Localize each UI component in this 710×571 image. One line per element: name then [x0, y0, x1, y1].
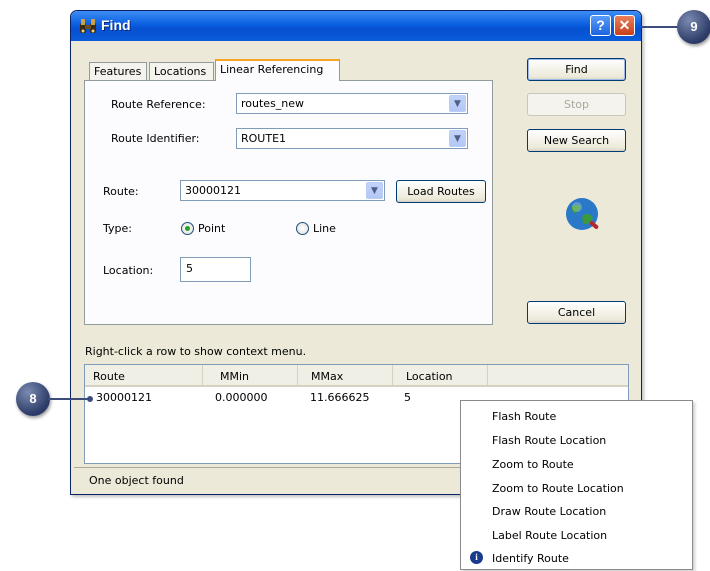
route-value: 30000121 — [185, 184, 241, 197]
linear-referencing-panel: Route Reference: routes_new ▼ Route Iden… — [84, 80, 493, 325]
close-button[interactable]: ✕ — [614, 15, 635, 36]
load-routes-button[interactable]: Load Routes — [396, 180, 486, 203]
location-value: 5 — [186, 262, 193, 275]
column-header-route[interactable]: Route — [85, 365, 203, 385]
chevron-down-icon[interactable]: ▼ — [449, 95, 466, 112]
callout-8-leader — [48, 398, 90, 400]
callout-8: 8 — [16, 382, 50, 416]
title-bar[interactable]: Find ? ✕ — [71, 11, 641, 41]
route-identifier-value: ROUTE1 — [241, 132, 287, 145]
radio-selected-dot — [185, 226, 190, 231]
cell-mmax: 11.666625 — [310, 391, 370, 404]
chevron-down-icon[interactable]: ▼ — [449, 130, 466, 147]
new-search-button[interactable]: New Search — [527, 129, 626, 152]
cell-location: 5 — [404, 391, 411, 404]
route-label: Route: — [103, 185, 139, 198]
menu-item-zoom-to-route[interactable]: Zoom to Route — [461, 452, 692, 475]
stop-button[interactable]: Stop — [527, 93, 626, 116]
tab-locations[interactable]: Locations — [149, 62, 214, 81]
cell-route: 30000121 — [96, 391, 152, 404]
callout-9: 9 — [677, 10, 710, 44]
menu-item-zoom-to-route-location[interactable]: Zoom to Route Location — [461, 476, 692, 499]
cancel-button[interactable]: Cancel — [527, 301, 626, 324]
window-title: Find — [101, 17, 131, 33]
status-text: One object found — [89, 474, 184, 487]
column-header-mmin[interactable]: MMin — [203, 365, 298, 385]
menu-item-flash-route[interactable]: Flash Route — [461, 404, 692, 427]
menu-item-flash-route-location[interactable]: Flash Route Location — [461, 428, 692, 451]
type-line-radio[interactable] — [296, 222, 309, 235]
location-label: Location: — [103, 264, 154, 277]
column-header-mmax[interactable]: MMax — [298, 365, 393, 385]
type-label: Type: — [103, 222, 132, 235]
route-reference-value: routes_new — [241, 97, 305, 110]
route-reference-label: Route Reference: — [111, 98, 206, 111]
route-identifier-combo[interactable]: ROUTE1 ▼ — [236, 128, 468, 149]
callout-8-dot — [87, 396, 93, 402]
binoculars-icon — [80, 19, 96, 33]
find-button[interactable]: Find — [527, 58, 626, 81]
column-header-location[interactable]: Location — [393, 365, 488, 385]
chevron-down-icon[interactable]: ▼ — [366, 182, 383, 199]
menu-item-draw-route-location[interactable]: Draw Route Location — [461, 499, 692, 522]
help-button[interactable]: ? — [590, 15, 611, 36]
globe-icon — [566, 198, 599, 230]
location-input[interactable]: 5 — [180, 257, 251, 282]
info-icon: i — [470, 551, 483, 564]
route-identifier-label: Route Identifier: — [111, 132, 200, 145]
tab-linear-referencing[interactable]: Linear Referencing — [215, 59, 340, 81]
menu-item-label-route-location[interactable]: Label Route Location — [461, 523, 692, 546]
route-reference-combo[interactable]: routes_new ▼ — [236, 93, 468, 114]
results-hint: Right-click a row to show context menu. — [85, 345, 307, 358]
menu-item-label: Identify Route — [492, 552, 569, 565]
cell-mmin: 0.000000 — [215, 391, 268, 404]
route-combo[interactable]: 30000121 ▼ — [180, 180, 385, 201]
type-line-label[interactable]: Line — [313, 222, 336, 235]
context-menu: Flash Route Flash Route Location Zoom to… — [460, 400, 693, 570]
results-header: Route MMin MMax Location — [85, 365, 628, 387]
tab-features[interactable]: Features — [89, 62, 147, 81]
menu-item-identify-route[interactable]: i Identify Route — [461, 546, 692, 569]
type-point-label[interactable]: Point — [198, 222, 225, 235]
type-point-radio[interactable] — [181, 222, 194, 235]
